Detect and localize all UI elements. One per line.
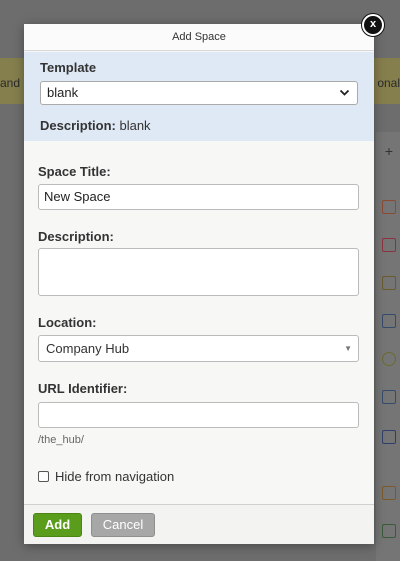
- background-sidebar: +: [376, 132, 400, 561]
- dialog-footer: Add Cancel: [24, 504, 374, 544]
- calendar-icon: [382, 238, 396, 252]
- template-label: Template: [40, 60, 97, 75]
- location-selected-value: Company Hub: [46, 341, 130, 356]
- document-icon: [382, 200, 396, 214]
- template-description: Description: blank: [40, 118, 151, 133]
- caret-down-icon: ▼: [344, 344, 352, 353]
- url-identifier-input[interactable]: [38, 402, 359, 428]
- dialog-title: Add Space: [24, 24, 374, 51]
- space-title-label: Space Title:: [38, 164, 111, 179]
- banner-text-left: and: [0, 76, 21, 90]
- description-textarea[interactable]: [38, 248, 359, 296]
- description-label: Description:: [38, 229, 114, 244]
- add-space-dialog: Add Space Template blank Description: bl…: [24, 24, 374, 544]
- template-selected-value: blank: [47, 85, 79, 100]
- cancel-button[interactable]: Cancel: [91, 513, 155, 537]
- space-title-input[interactable]: New Space: [38, 184, 359, 210]
- hide-from-navigation-row: Hide from navigation: [38, 469, 174, 485]
- url-identifier-label: URL Identifier:: [38, 381, 128, 396]
- home-icon: [382, 524, 396, 538]
- template-select[interactable]: blank: [40, 81, 358, 105]
- template-description-value: blank: [119, 118, 151, 133]
- url-identifier-hint: /the_hub/: [38, 434, 84, 446]
- close-button[interactable]: x: [362, 14, 384, 36]
- location-select[interactable]: Company Hub ▼: [38, 335, 359, 362]
- hide-from-navigation-label[interactable]: Hide from navigation: [55, 469, 174, 484]
- template-panel: Template blank Description: blank: [24, 52, 374, 141]
- location-label: Location:: [38, 315, 97, 330]
- banner-text-right: onal: [377, 76, 400, 90]
- add-icon: +: [384, 143, 394, 159]
- hide-from-navigation-checkbox[interactable]: [38, 471, 49, 483]
- chevron-down-icon: [339, 82, 350, 112]
- list-icon: [382, 314, 396, 328]
- notes-icon: [382, 390, 396, 404]
- grid-icon: [382, 486, 396, 500]
- checklist-icon: [382, 430, 396, 444]
- chat-icon: [382, 352, 396, 366]
- folder-icon: [382, 276, 396, 290]
- add-button[interactable]: Add: [33, 513, 82, 537]
- template-description-label: Description:: [40, 118, 116, 133]
